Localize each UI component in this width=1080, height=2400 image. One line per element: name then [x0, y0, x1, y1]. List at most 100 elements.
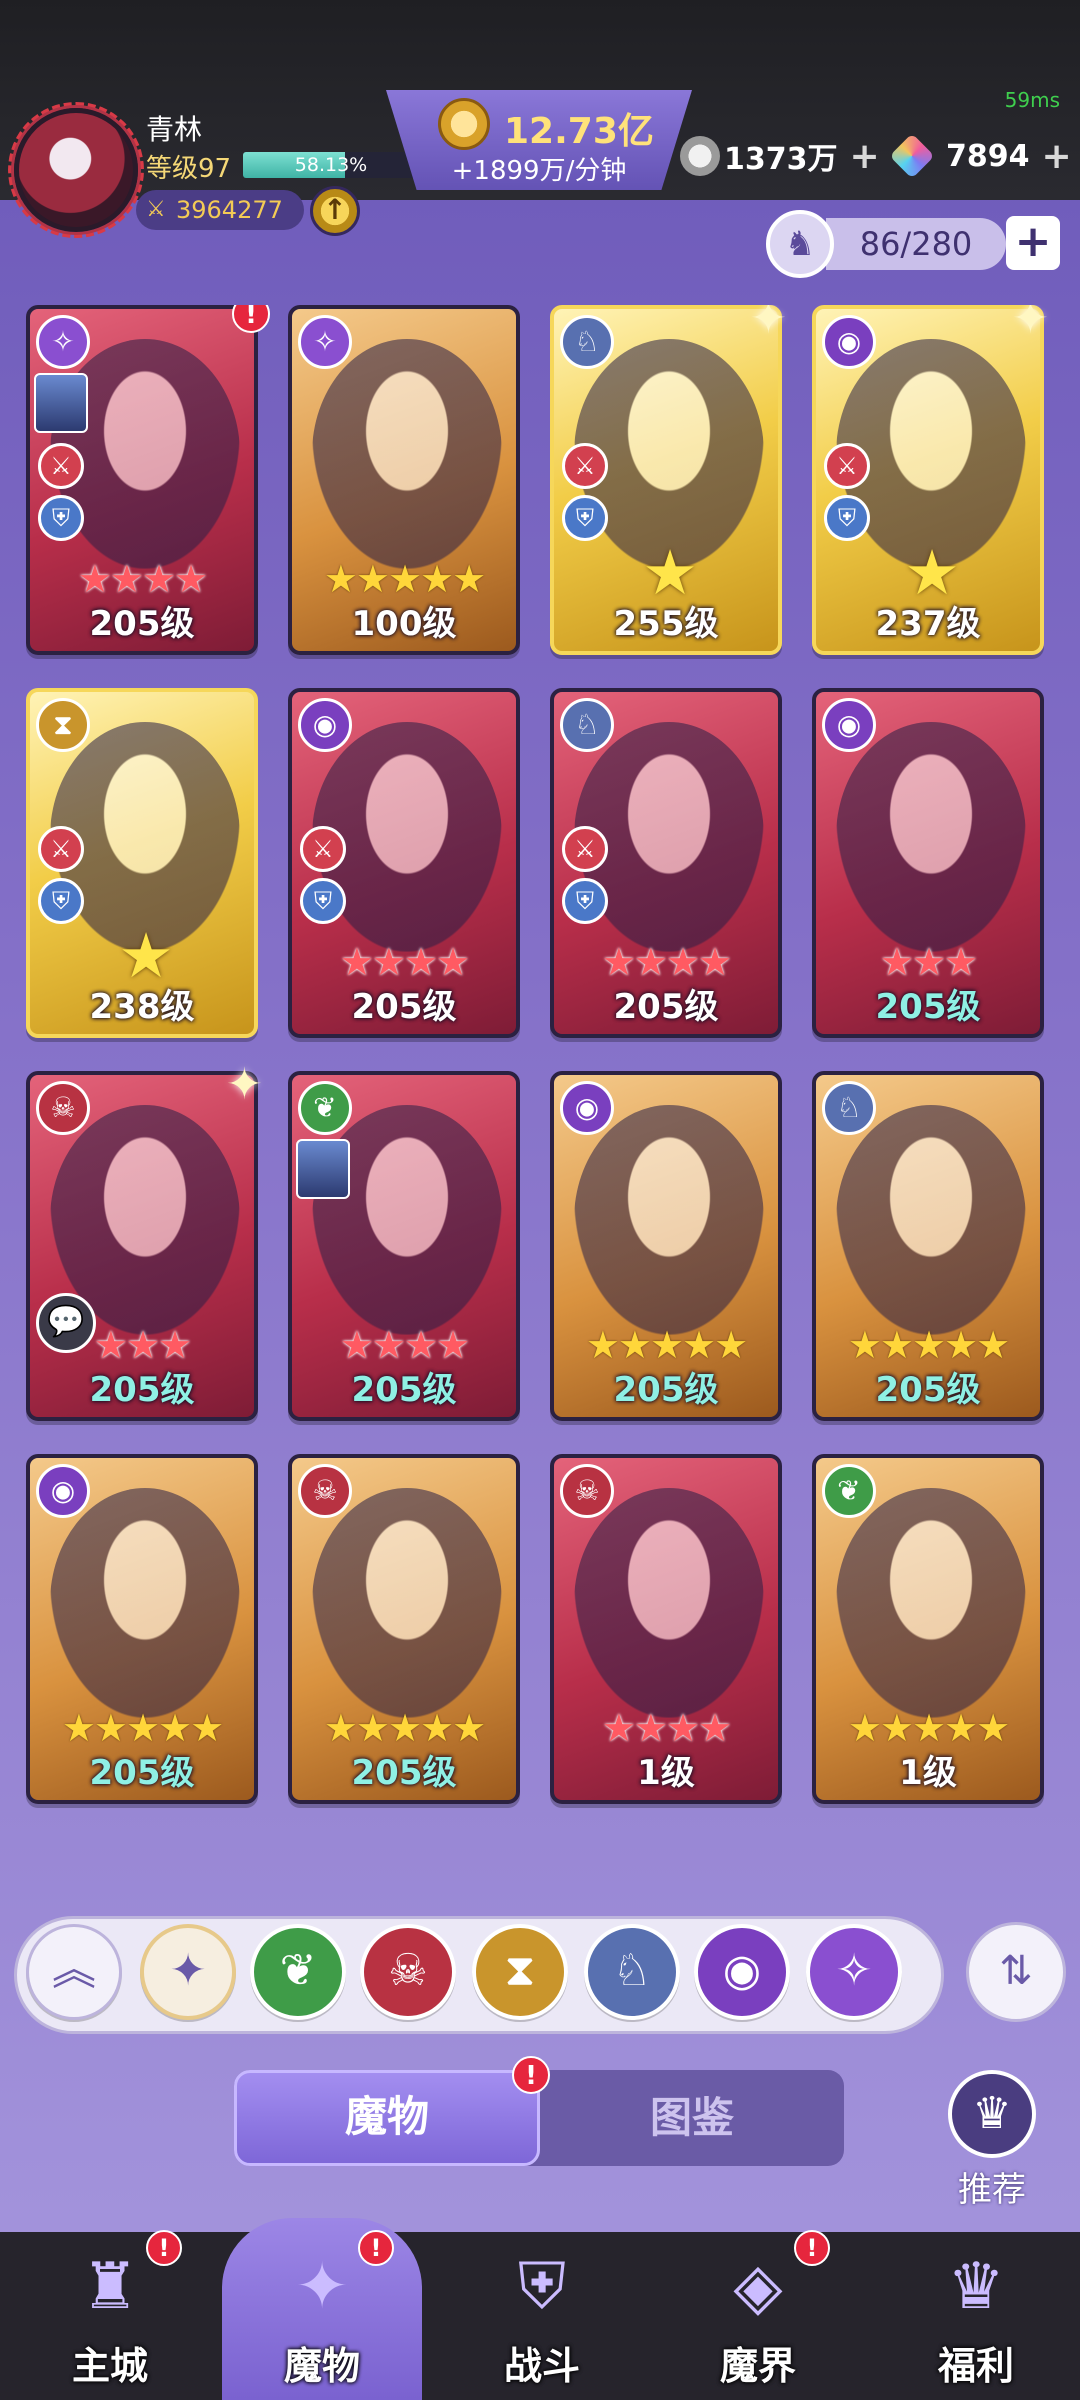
add-silver-button[interactable]: +	[850, 136, 880, 177]
hero-card[interactable]: ✧ ⚔ ⛨ ★★★★ 205级	[26, 305, 258, 655]
sort-button[interactable]: ⇅	[966, 1922, 1066, 2022]
hero-level: 255级	[613, 604, 719, 644]
combat-power-value: 3964277	[176, 196, 283, 224]
hero-card[interactable]: ❦ ★★★★ 205级	[288, 1071, 520, 1421]
wolf-icon[interactable]: ♘	[584, 1924, 680, 2020]
shield-icon: ⛨	[562, 878, 608, 924]
star-rating: ★★★★★	[585, 1323, 748, 1367]
arrow-up-icon: ↑	[323, 193, 347, 226]
sword-icon: ⚔	[38, 826, 84, 872]
hero-grid: ✧ ⚔ ⛨ ★★★★ 205级! ✧ ★★★★★ 100级 ♘ ⚔ ⛨ ★ 255级 ✦ ◉ ⚔ ⛨ ★ 237级 ✦…	[26, 305, 1056, 1865]
expand-capacity-button[interactable]: +	[1006, 216, 1060, 270]
capacity-counter: 86/280	[826, 218, 1006, 270]
tab-monsters[interactable]: 魔物	[234, 2070, 540, 2166]
add-gem-button[interactable]: +	[1042, 136, 1072, 177]
eye-faction-icon: ◉	[298, 698, 352, 752]
hero-card[interactable]: ☠ ★★★★ 1级	[550, 1454, 782, 1804]
hero-card[interactable]: ♘ ⚔ ⛨ ★★★★ 205级	[550, 688, 782, 1038]
silver-currency[interactable]: 1373万 +	[680, 132, 880, 180]
hero-card[interactable]: ◉ ⚔ ⛨ ★★★★ 205级	[288, 688, 520, 1038]
gold-coin-icon	[438, 98, 490, 150]
eye-faction-icon: ◉	[822, 315, 876, 369]
hourglass-faction-icon: ⧗	[36, 698, 90, 752]
hero-portrait	[50, 1488, 240, 1718]
linked-hero-thumbnail	[34, 373, 88, 433]
recommend-label[interactable]: 推荐	[940, 2162, 1044, 2211]
hero-card[interactable]: ☠ ★★★★★ 205级	[288, 1454, 520, 1804]
hero-level: 205级	[875, 987, 981, 1027]
hero-level: 205级	[613, 987, 719, 1027]
demon-faction-icon: ☠	[36, 1081, 90, 1135]
shield-icon: ⛨	[38, 878, 84, 924]
castle-icon: ♜	[81, 2250, 139, 2324]
hero-level: 205级	[89, 1370, 195, 1410]
hero-card[interactable]: ◉ ⚔ ⛨ ★ 237级	[812, 305, 1044, 655]
sort-icon: ⇅	[999, 1948, 1033, 1994]
gem-amount: 7894	[946, 138, 1030, 174]
recommend-icon[interactable]: ♛	[948, 2070, 1036, 2158]
hero-card[interactable]: ◉ ★★★★★ 205级	[550, 1071, 782, 1421]
awakened-star-icon: ★	[904, 536, 960, 609]
eye-faction-icon: ◉	[36, 1464, 90, 1518]
wolf-faction-icon: ♘	[560, 698, 614, 752]
nav-label: 魔物	[283, 2344, 360, 2388]
sparkle-icon: ✦	[226, 1059, 263, 1110]
hero-portrait	[574, 1105, 764, 1335]
demon-faction-icon: ☠	[298, 1464, 352, 1518]
alert-badge: !	[794, 2230, 830, 2266]
star-rating: ★★★★★	[323, 1706, 486, 1750]
hero-level: 205级	[351, 1370, 457, 1410]
chest-icon: ♛	[947, 2250, 1005, 2324]
nav-item[interactable]: ♛ 福利	[876, 2218, 1076, 2400]
hero-card[interactable]: ⧗ ⚔ ⛨ ★ 238级	[26, 688, 258, 1038]
hero-card[interactable]: ✧ ★★★★★ 100级	[288, 305, 520, 655]
hourglass-icon[interactable]: ⧗	[472, 1924, 568, 2020]
demon-icon[interactable]: ☠	[360, 1924, 456, 2020]
silver-amount: 1373万	[724, 142, 838, 177]
alert-badge: !	[146, 2230, 182, 2266]
leaf-icon[interactable]: ❦	[250, 1924, 346, 2020]
star-rating: ★★★★	[77, 557, 208, 601]
awakened-star-icon: ★	[118, 919, 174, 992]
wolf-faction-icon: ♘	[560, 315, 614, 369]
sparkle-icon: ✦	[750, 305, 787, 344]
tab-codex[interactable]: 图鉴	[540, 2070, 844, 2166]
hero-card[interactable]: ♘ ⚔ ⛨ ★ 255级	[550, 305, 782, 655]
hero-level: 205级	[613, 1370, 719, 1410]
player-name: 青林	[146, 113, 203, 146]
hero-level: 205级	[89, 1753, 195, 1793]
collapse-icon[interactable]: ︽	[26, 1924, 122, 2020]
hero-level: 237级	[875, 604, 981, 644]
shield-sword-icon: ⛨	[518, 2250, 566, 2324]
hero-card[interactable]: ☠ 💬 ★★★ 205级	[26, 1071, 258, 1421]
star-rating: ★★★	[879, 940, 978, 984]
star-rating: ★★★★★	[847, 1706, 1010, 1750]
gold-amount: 12.73亿	[504, 111, 654, 152]
eye-icon[interactable]: ◉	[694, 1924, 790, 2020]
hero-level: 100级	[351, 604, 457, 644]
chat-bubble-icon[interactable]: 💬	[36, 1293, 96, 1353]
hero-card[interactable]: ♘ ★★★★★ 205级	[812, 1071, 1044, 1421]
nav-item[interactable]: ✦ 魔物!	[222, 2218, 422, 2400]
power-up-button[interactable]: ↑	[310, 186, 360, 236]
leaf-faction-icon: ❦	[298, 1081, 352, 1135]
gem-currency[interactable]: 7894 +	[889, 132, 1072, 180]
hero-card[interactable]: ◉ ★★★★★ 205级	[26, 1454, 258, 1804]
combat-power[interactable]: ⚔ 3964277	[136, 190, 304, 230]
all-icon[interactable]: ✦	[140, 1924, 236, 2020]
spiral-icon[interactable]: ✧	[806, 1924, 902, 2020]
hero-card[interactable]: ❦ ★★★★★ 1级	[812, 1454, 1044, 1804]
alert-badge: !	[358, 2230, 394, 2266]
avatar[interactable]	[14, 108, 138, 232]
nav-item[interactable]: ⛨ 战斗	[442, 2218, 642, 2400]
star-rating: ★★★★★	[61, 1706, 224, 1750]
nav-item[interactable]: ◈ 魔界!	[658, 2218, 858, 2400]
hero-card[interactable]: ◉ ★★★ 205级	[812, 688, 1044, 1038]
nav-label: 魔界	[719, 2344, 796, 2388]
hero-level: 205级	[875, 1370, 981, 1410]
nav-item[interactable]: ♜ 主城!	[10, 2218, 210, 2400]
sword-icon: ⚔	[146, 197, 166, 222]
nav-label: 主城	[71, 2344, 148, 2388]
sword-icon: ⚔	[562, 826, 608, 872]
sword-icon: ⚔	[300, 826, 346, 872]
